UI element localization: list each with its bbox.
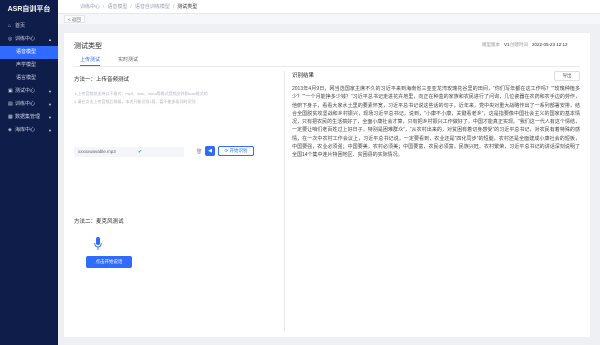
sidebar-item-label: 声学模型 [16,62,37,68]
export-button[interactable]: 导出 [554,71,580,81]
sidebar-item-label: 语言模型 [16,75,37,81]
chevron-down-icon: ▼ [48,102,52,107]
recognition-result-text: 2013年4月9日，网当选国家主席不久的习近平来到海南省三亚亚龙湾玫瑰花谷里的田… [292,86,580,159]
result-title: 识别结果 [292,73,315,79]
page-title: 测试类型 [74,43,102,50]
refresh-icon: ⟳ [224,148,229,153]
chevron-down-icon: ▼ [48,128,52,133]
tag-bar: < 返回 [58,14,600,24]
sidebar-item-language-model[interactable]: 语言模型 [0,72,58,85]
tab-upload-test[interactable]: 上传测试 [80,55,101,66]
sidebar: ASR自训平台 ⌂ 首页 ◎ 训练中心 ▲ 语音模型 声学模型 语言模型 ▣ 测试中心… [0,0,58,345]
sidebar-item-label: 数据集管理 [15,114,41,120]
result-area: 识别结果 导出 2013年4月9日，网当选国家主席不久的习近平来到海南省三亚亚龙… [292,71,580,331]
divider [284,71,285,331]
meta-value: V1 [504,42,510,47]
uploaded-file: xxxxxwavable.mp3 ✔ [74,147,184,157]
test-icon: ▣ [8,88,13,94]
test-input-area: 方法一：上传音频测试 1.上传音频仅支持以下格式：mp3、wav、wma等格式音… [74,71,256,331]
check-icon: ✔ [138,149,143,155]
microphone-icon[interactable] [94,237,102,251]
sidebar-item-label: 训练中心 [15,36,36,42]
method2-title: 方法二：麦克风测试 [74,219,124,225]
button-label: 开始识别 [229,148,248,153]
home-icon: ⌂ [8,23,12,29]
meta-value: 2022-05-23 12:12 [532,42,568,47]
sidebar-item-speech-model[interactable]: 语音模型 [0,46,58,59]
chevron-down-icon: ▼ [48,115,52,120]
method1-title: 方法一：上传音频测试 [74,77,130,83]
created-time: 创建时间 2022-05-23 12:12 [510,42,568,48]
sidebar-item-dataset[interactable]: ▦ 数据集管理 ▼ [0,111,58,124]
meta-label: 模型版本 [482,42,500,47]
dataset-icon: ▦ [8,114,13,120]
chevron-down-icon: ▼ [48,89,52,94]
sidebar-item-label: 首页 [15,23,26,29]
breadcrumb: 训练中心 / 语音模型 / 语音自训练模型 / 测试类型 [80,4,198,10]
breadcrumb-current: 测试类型 [177,4,198,10]
sidebar-item-home[interactable]: ⌂ 首页 [0,20,58,33]
main-panel: 测试类型 模型版本 V1 创建时间 2022-05-23 12:12 上传测试 实时… [64,33,590,337]
sidebar-item-label: 语音模型 [16,49,37,55]
tab-bar: 上传测试 实时测试 [74,55,580,67]
tab-realtime-test[interactable]: 实时测试 [118,55,138,66]
chevron-up-icon: ▲ [48,37,52,42]
training-icon: ◎ [8,36,13,42]
sidebar-item-label: 训练中心 [15,101,36,107]
sidebar-item-label: 海库中心 [15,127,36,133]
store-icon: ◈ [8,127,12,133]
app-title: ASR自训平台 [7,6,51,13]
sidebar-item-acoustic-model[interactable]: 声学模型 [0,59,58,72]
start-speaking-button[interactable]: 点击开始说话 [86,256,132,268]
sidebar-item-test-center[interactable]: ▣ 测试中心 ▼ [0,85,58,98]
meta-label: 创建时间 [510,42,528,47]
breadcrumb-item[interactable]: 语音模型 [107,4,127,10]
upload-hint: 2.请在点击上传音频后稍候，本次只能识别1段，暂不能多条同时识别 [74,99,196,104]
speaker-icon[interactable]: ◀ [205,146,215,156]
top-bar: 训练中心 / 语音模型 / 语音自训练模型 / 测试类型 [58,0,600,14]
sidebar-item-label: 测试中心 [15,88,36,94]
upload-hint: 1.上传音频仅支持以下格式：mp3、wav、wma等格式音频文件和wav格式的 [74,91,208,96]
file-name: xxxxxwavable.mp3 [78,149,116,154]
sidebar-item-training-center[interactable]: ▤ 训练中心 ▼ [0,98,58,111]
start-recognition-button[interactable]: ⟳ 开始识别 [218,146,254,156]
breadcrumb-item[interactable]: 训练中心 [80,4,100,10]
chart-icon: ▤ [8,101,13,107]
back-button[interactable]: < 返回 [64,15,85,23]
trash-icon[interactable]: 🗑 [196,147,202,157]
sidebar-item-training[interactable]: ◎ 训练中心 ▲ [0,33,58,46]
model-version: 模型版本 V1 [482,42,510,48]
breadcrumb-item[interactable]: 语音自训练模型 [135,4,170,10]
sidebar-item-store[interactable]: ◈ 海库中心 ▼ [0,124,58,137]
